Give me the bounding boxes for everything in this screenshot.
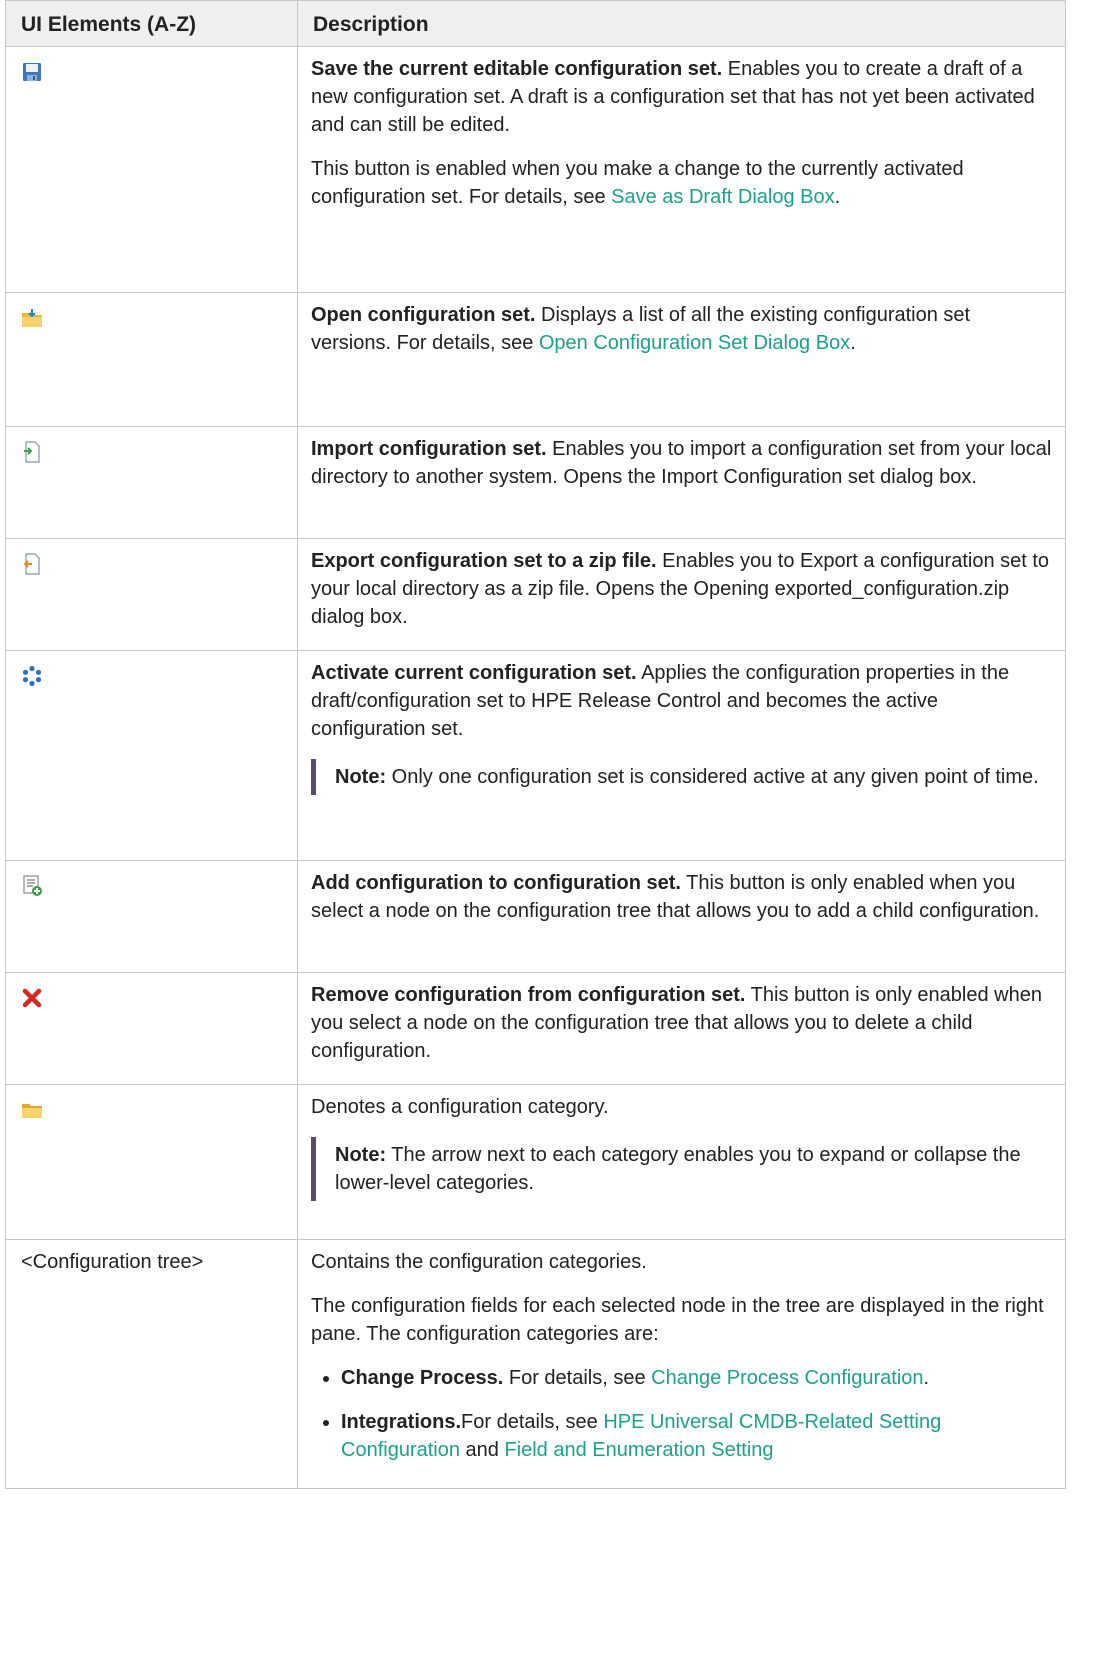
table-row: Add configuration to configuration set. … [5, 860, 1066, 973]
category-title: Change Process. [341, 1367, 504, 1389]
punctuation: . [850, 332, 856, 354]
export-title: Export configuration set to a zip file. [311, 550, 657, 572]
open-folder-icon [21, 307, 43, 329]
category-title: Integrations. [341, 1411, 462, 1433]
add-title: Add configuration to configuration set. [311, 872, 681, 894]
open-title: Open configuration set. [311, 304, 536, 326]
table-row: <Configuration tree> Contains the config… [5, 1239, 1066, 1489]
field-enumeration-setting-link[interactable]: Field and Enumeration Setting [504, 1439, 773, 1461]
table-row: Open configuration set. Displays a list … [5, 292, 1066, 427]
table-header-row: UI Elements (A-Z) Description [5, 0, 1066, 47]
export-document-icon [21, 553, 43, 575]
tree-description: Contains the configuration categories. [311, 1251, 647, 1273]
table-row: Export configuration set to a zip file. … [5, 538, 1066, 651]
note-text: Only one configuration set is considered… [386, 766, 1039, 788]
save-as-draft-link[interactable]: Save as Draft Dialog Box [611, 186, 834, 208]
table-row: Activate current configuration set. Appl… [5, 650, 1066, 861]
column-header-description: Description [297, 0, 1066, 47]
add-configuration-icon [21, 875, 43, 897]
activate-note: Note: Only one configuration set is cons… [311, 759, 1053, 795]
note-text: The arrow next to each category enables … [335, 1144, 1021, 1194]
change-process-configuration-link[interactable]: Change Process Configuration [651, 1367, 923, 1389]
punctuation: . [834, 186, 841, 208]
table-row: Denotes a configuration category. Note: … [5, 1084, 1066, 1240]
category-text: and [459, 1439, 505, 1461]
save-disk-icon [21, 61, 43, 83]
column-header-ui-elements: UI Elements (A-Z) [5, 0, 298, 47]
table-row: Import configuration set. Enables you to… [5, 426, 1066, 539]
activate-gear-icon [21, 665, 43, 687]
open-configuration-set-link[interactable]: Open Configuration Set Dialog Box [539, 332, 850, 354]
category-folder-icon [21, 1099, 43, 1121]
import-document-icon [21, 441, 43, 463]
import-title: Import configuration set. [311, 438, 547, 460]
table-row: Remove configuration from configuration … [5, 972, 1066, 1085]
list-item: Integrations.For details, see HPE Univer… [341, 1408, 1053, 1464]
note-label: Note: [335, 1144, 387, 1166]
tree-details: The configuration fields for each select… [311, 1295, 1044, 1345]
activate-title: Activate current configuration set. [311, 662, 637, 684]
save-title: Save the current editable configuration … [311, 58, 723, 80]
category-text: For details, see [461, 1411, 604, 1433]
table-row: Save the current editable configuration … [5, 46, 1066, 293]
category-list: Change Process. For details, see Change … [311, 1364, 1053, 1464]
list-item: Change Process. For details, see Change … [341, 1364, 1053, 1392]
category-description: Denotes a configuration category. [311, 1096, 609, 1118]
category-note: Note: The arrow next to each category en… [311, 1137, 1053, 1201]
punctuation: . [923, 1367, 930, 1389]
remove-x-icon [21, 987, 43, 1009]
category-text: For details, see [503, 1367, 652, 1389]
note-label: Note: [335, 766, 387, 788]
remove-title: Remove configuration from configuration … [311, 984, 746, 1006]
configuration-tree-label: <Configuration tree> [21, 1251, 204, 1273]
ui-elements-table: UI Elements (A-Z) Description Save the c… [5, 0, 1066, 1489]
